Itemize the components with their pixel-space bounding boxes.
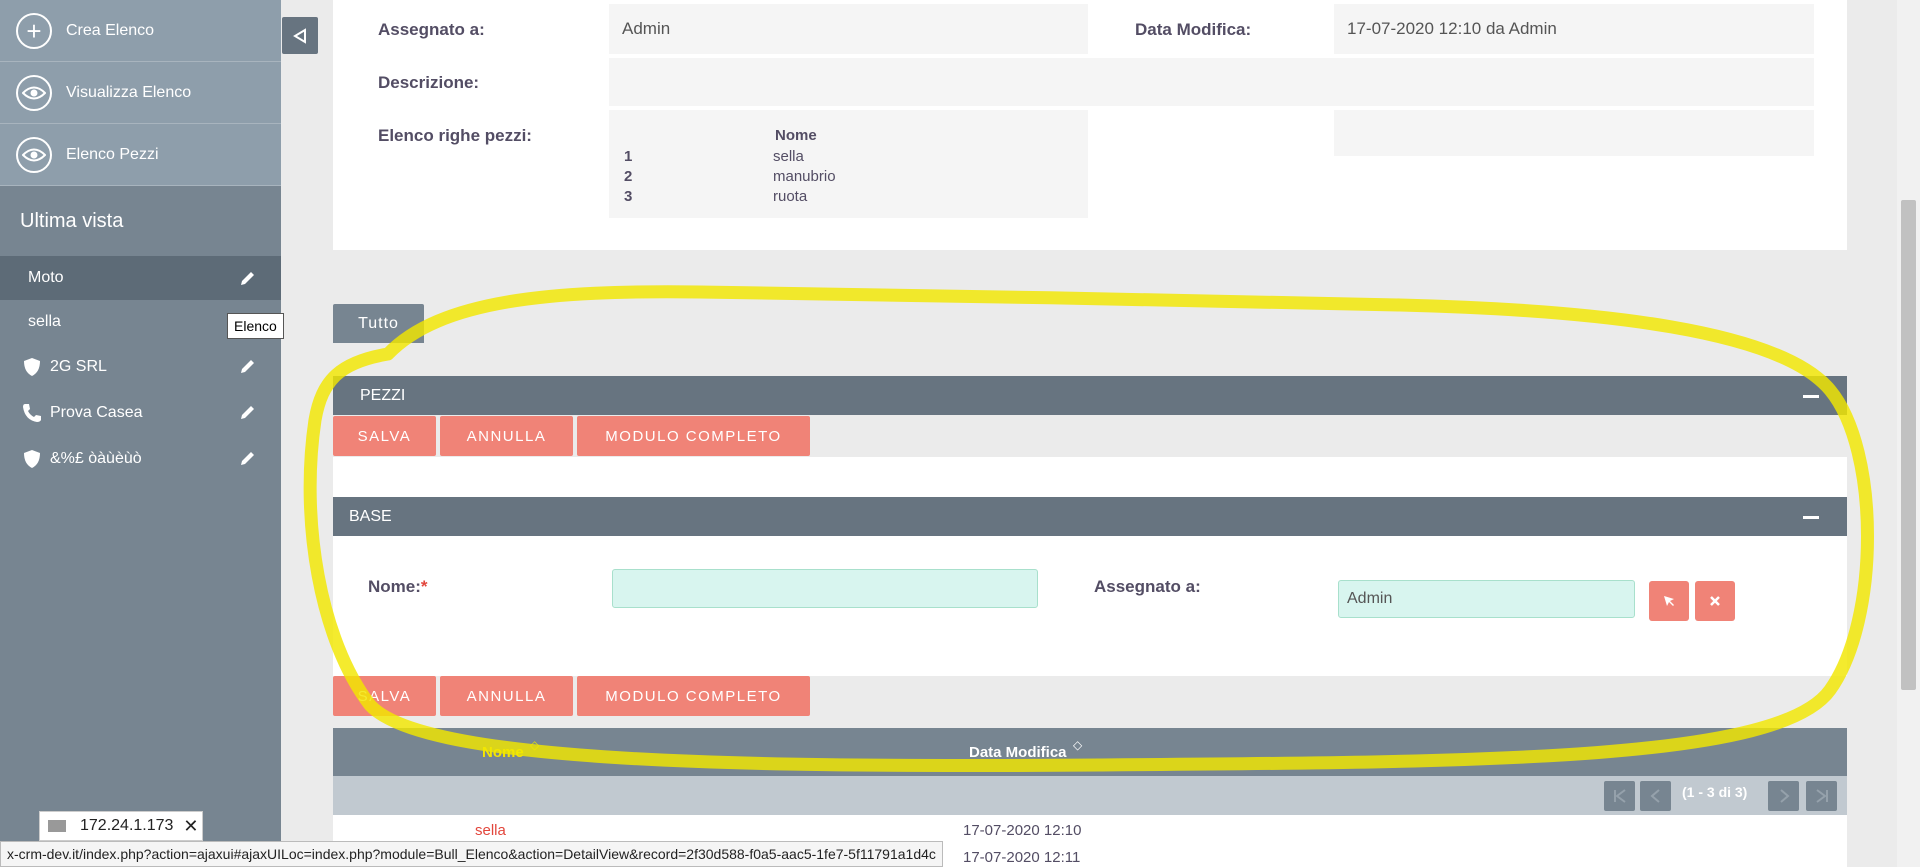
monitor-icon [48,820,66,832]
status-bar-url: x-crm-dev.it/index.php?action=ajaxui#aja… [0,841,943,867]
scrollbar[interactable] [1897,0,1920,867]
connection-chip[interactable]: 172.24.1.173 ✕ [39,811,203,841]
scrollbar-thumb[interactable] [1901,200,1916,690]
connection-address: 172.24.1.173 [80,817,174,834]
close-icon[interactable]: ✕ [183,816,198,837]
highlight-annotation [303,285,1874,773]
